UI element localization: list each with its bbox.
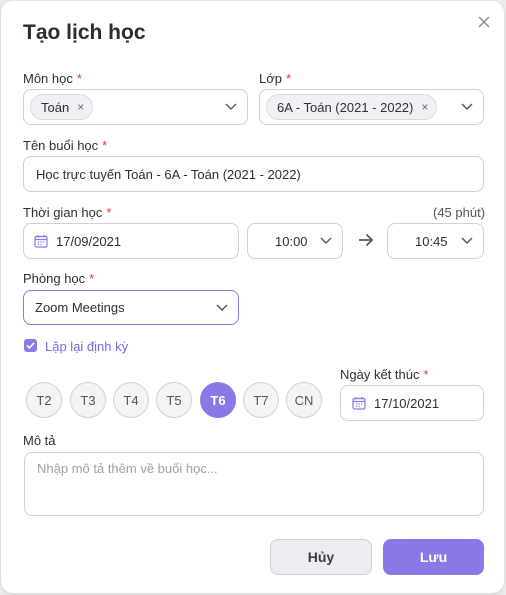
- room-select[interactable]: Zoom Meetings: [23, 290, 239, 325]
- subject-select[interactable]: Toán ×: [23, 89, 248, 125]
- class-label-text: Lớp: [259, 71, 282, 86]
- subject-label: Môn học *: [23, 71, 82, 86]
- required-marker: *: [76, 71, 82, 86]
- required-marker: *: [89, 271, 95, 286]
- required-marker: *: [286, 71, 292, 86]
- day-t4-button[interactable]: T4: [113, 382, 149, 418]
- day-t7-button[interactable]: T7: [243, 382, 279, 418]
- room-label-text: Phòng học: [23, 271, 86, 286]
- time-label-text: Thời gian học: [23, 205, 103, 220]
- subject-chip-label: Toán: [41, 99, 70, 115]
- class-label: Lớp *: [259, 71, 291, 86]
- day-t6-button[interactable]: T6: [200, 382, 236, 418]
- remove-chip-icon[interactable]: ×: [421, 100, 428, 114]
- close-icon[interactable]: [475, 13, 493, 31]
- end-time-value: 10:45: [415, 233, 448, 249]
- save-button[interactable]: Lưu: [383, 539, 484, 575]
- check-icon: [26, 342, 35, 350]
- time-label: Thời gian học *: [23, 205, 111, 220]
- duration-text: (45 phút): [433, 205, 486, 220]
- arrow-right-icon: [359, 233, 374, 247]
- chevron-down-icon[interactable]: [225, 103, 237, 111]
- chevron-down-icon[interactable]: [216, 304, 228, 312]
- create-schedule-dialog: Tạo lịch học Môn học * Toán × Lớp * 6A - T…: [1, 1, 504, 593]
- repeat-checkbox[interactable]: [24, 339, 37, 352]
- description-textarea[interactable]: [24, 452, 484, 516]
- subject-chip: Toán ×: [30, 94, 94, 120]
- required-marker: *: [423, 367, 429, 382]
- end-date-label: Ngày kết thúc *: [340, 367, 429, 382]
- class-chip-label: 6A - Toán (2021 - 2022): [277, 99, 414, 115]
- chevron-down-icon[interactable]: [320, 237, 332, 245]
- repeat-label[interactable]: Lặp lại định kỳ: [45, 339, 128, 354]
- day-cn-button[interactable]: CN: [286, 382, 322, 418]
- room-value: Zoom Meetings: [35, 300, 125, 315]
- day-t2-button[interactable]: T2: [26, 382, 62, 418]
- date-picker[interactable]: 17/09/2021: [23, 223, 239, 259]
- remove-chip-icon[interactable]: ×: [77, 100, 84, 114]
- calendar-icon: [352, 397, 366, 410]
- calendar-icon: [34, 235, 48, 248]
- date-value: 17/09/2021: [56, 233, 122, 249]
- end-date-picker[interactable]: 17/10/2021: [340, 385, 484, 421]
- chevron-down-icon[interactable]: [461, 103, 473, 111]
- end-date-value: 17/10/2021: [374, 395, 440, 411]
- required-marker: *: [102, 138, 108, 153]
- session-name-label: Tên buổi học *: [23, 138, 107, 153]
- session-name-label-text: Tên buổi học: [23, 138, 99, 153]
- session-name-input[interactable]: Học trực tuyến Toán - 6A - Toán (2021 - …: [23, 156, 484, 192]
- subject-label-text: Môn học: [23, 71, 73, 86]
- cancel-button[interactable]: Hủy: [270, 539, 372, 575]
- class-select[interactable]: 6A - Toán (2021 - 2022) ×: [259, 89, 484, 125]
- dialog-title: Tạo lịch học: [23, 21, 146, 44]
- class-chip: 6A - Toán (2021 - 2022) ×: [266, 94, 438, 120]
- end-date-label-text: Ngày kết thúc: [340, 367, 420, 382]
- required-marker: *: [106, 205, 112, 220]
- description-label: Mô tả: [23, 433, 56, 448]
- start-time-select[interactable]: 10:00: [247, 223, 343, 259]
- day-t5-button[interactable]: T5: [156, 382, 192, 418]
- chevron-down-icon[interactable]: [461, 237, 473, 245]
- room-label: Phòng học *: [23, 271, 94, 286]
- session-name-value: Học trực tuyến Toán - 6A - Toán (2021 - …: [36, 166, 301, 182]
- end-time-select[interactable]: 10:45: [387, 223, 484, 259]
- start-time-value: 10:00: [275, 233, 308, 249]
- day-t3-button[interactable]: T3: [70, 382, 106, 418]
